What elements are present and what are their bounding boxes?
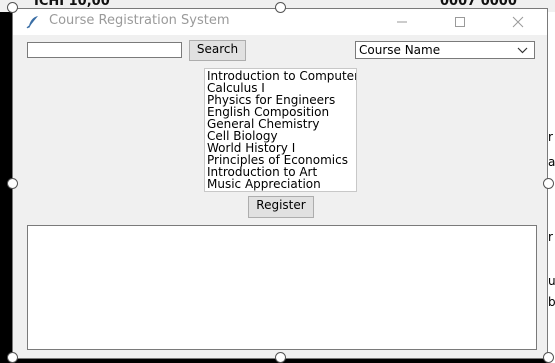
search-button[interactable]: Search [189, 40, 246, 61]
edge-glyph: r [548, 230, 553, 244]
edge-glyph: b [548, 295, 555, 309]
chevron-down-icon [517, 47, 528, 54]
resize-handle[interactable] [275, 2, 286, 13]
search-input[interactable] [27, 42, 182, 58]
edge-glyph: u [548, 274, 555, 288]
edge-glyph: a [548, 155, 555, 169]
sort-select-value: Course Name [359, 43, 441, 57]
sort-select[interactable]: Course Name [355, 41, 535, 59]
resize-handle[interactable] [7, 178, 18, 189]
maximize-icon [455, 17, 465, 27]
maximize-button[interactable] [437, 9, 483, 35]
resize-handle[interactable] [7, 352, 18, 363]
course-listbox[interactable]: Introduction to Computer Science Calculu… [204, 68, 357, 192]
list-item[interactable]: Music Appreciation [207, 178, 321, 190]
register-button[interactable]: Register [248, 196, 314, 218]
resize-handle[interactable] [275, 352, 286, 363]
output-textarea[interactable] [27, 225, 537, 350]
minimize-icon [397, 21, 407, 23]
resize-handle[interactable] [543, 178, 554, 189]
window-title: Course Registration System [49, 13, 230, 28]
resize-handle[interactable] [7, 2, 18, 13]
app-window: Course Registration System Search Course… [12, 8, 548, 359]
minimize-button[interactable] [379, 9, 425, 35]
close-icon [512, 16, 524, 28]
feather-icon [26, 14, 40, 29]
edge-glyph: r [548, 130, 553, 144]
resize-handle[interactable] [543, 352, 554, 363]
close-button[interactable] [495, 9, 541, 35]
